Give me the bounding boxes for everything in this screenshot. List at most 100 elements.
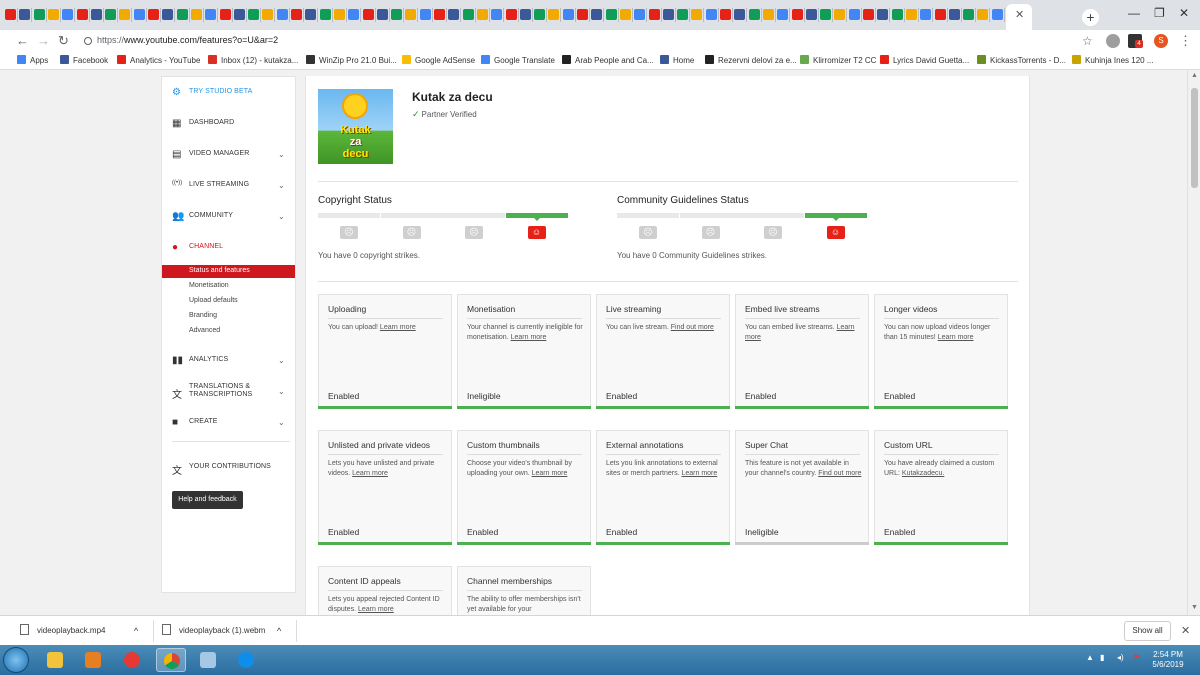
tab-favicon-icon[interactable] <box>534 9 546 20</box>
tab-favicon-icon[interactable] <box>262 9 274 20</box>
back-arrow-icon[interactable]: ← <box>16 33 29 49</box>
tab-favicon-icon[interactable] <box>877 9 889 20</box>
taskbar-teamviewer[interactable] <box>231 648 261 672</box>
tab-favicon-icon[interactable] <box>233 9 245 20</box>
scroll-thumb[interactable] <box>1191 88 1198 188</box>
bookmark-item[interactable]: Home <box>660 55 694 67</box>
page-scrollbar[interactable]: ▲ ▼ <box>1187 70 1200 615</box>
tab-favicon-icon[interactable] <box>5 9 16 20</box>
tab-favicon-icon[interactable] <box>848 9 860 20</box>
tab-favicon-icon[interactable] <box>376 9 388 20</box>
action-center-icon[interactable]: ⚑ <box>1133 653 1140 662</box>
tab-favicon-icon[interactable] <box>219 9 231 20</box>
bookmark-item[interactable]: Google AdSense <box>402 55 475 67</box>
tab-favicon-icon[interactable] <box>405 9 417 20</box>
tab-favicon-icon[interactable] <box>319 9 331 20</box>
tab-favicon-icon[interactable] <box>33 9 45 20</box>
tab-favicon-icon[interactable] <box>176 9 188 20</box>
bookmark-item[interactable]: WinZip Pro 21.0 Bui... <box>306 55 397 67</box>
tab-favicon-icon[interactable] <box>662 9 674 20</box>
tab-favicon-icon[interactable] <box>905 9 917 20</box>
bookmark-item[interactable]: Google Translate <box>481 55 555 67</box>
tab-favicon-icon[interactable] <box>391 9 403 20</box>
tab-favicon-icon[interactable] <box>105 9 117 20</box>
sidebar-item-live-streaming[interactable]: ((•)) LIVE STREAMING ⌄ <box>162 178 295 194</box>
tab-favicon-icon[interactable] <box>162 9 174 20</box>
chevron-down-icon[interactable]: ⌄ <box>278 418 285 427</box>
bookmark-item[interactable]: Rezervni delovi za e... <box>705 55 797 67</box>
tab-favicon-icon[interactable] <box>248 9 260 20</box>
sidebar-item-video-manager[interactable]: ▤ VIDEO MANAGER ⌄ <box>162 147 295 163</box>
start-button[interactable] <box>3 647 29 673</box>
profile-avatar[interactable]: S <box>1154 34 1168 48</box>
scroll-up-arrow-icon[interactable]: ▲ <box>1191 72 1198 79</box>
tab-favicon-icon[interactable] <box>748 9 760 20</box>
tab-favicon-icon[interactable] <box>291 9 302 20</box>
feature-learn-more-link[interactable]: Learn more <box>938 334 974 341</box>
tab-favicon-icon[interactable] <box>834 9 846 20</box>
feature-learn-more-link[interactable]: Learn more <box>380 324 416 331</box>
minimize-window-icon[interactable]: — <box>1128 6 1140 20</box>
network-icon[interactable]: ▮ <box>1100 653 1104 662</box>
channel-thumbnail[interactable]: Kutak za decu <box>318 89 393 164</box>
tab-favicon-icon[interactable] <box>434 9 445 20</box>
tab-favicon-icon[interactable] <box>348 9 360 20</box>
tab-favicon-icon[interactable] <box>863 9 874 20</box>
tab-favicon-icon[interactable] <box>920 9 932 20</box>
sidebar-item-create[interactable]: ■ CREATE ⌄ <box>162 415 295 431</box>
bookmark-item[interactable]: Arab People and Ca... <box>562 55 654 67</box>
show-all-downloads-button[interactable]: Show all <box>1124 621 1171 641</box>
tab-favicon-icon[interactable] <box>19 9 31 20</box>
tab-favicon-icon[interactable] <box>991 9 1003 20</box>
feature-learn-more-link[interactable]: Learn more <box>352 470 388 477</box>
sidebar-item-community[interactable]: 👥 COMMUNITY ⌄ <box>162 209 295 225</box>
download-item[interactable]: videoplayback (1).webm <box>162 622 265 640</box>
new-tab-button[interactable]: + <box>1082 9 1099 26</box>
tab-favicon-icon[interactable] <box>62 9 74 20</box>
extension-icon[interactable] <box>1106 34 1120 48</box>
sidebar-subitem-upload-defaults[interactable]: Upload defaults <box>162 295 295 308</box>
tab-favicon-icon[interactable] <box>47 9 59 20</box>
tab-favicon-icon[interactable] <box>276 9 288 20</box>
tab-favicon-icon[interactable] <box>977 9 989 20</box>
feature-learn-more-link[interactable]: Find out more <box>671 324 714 331</box>
tab-favicon-icon[interactable] <box>519 9 531 20</box>
tab-favicon-icon[interactable] <box>605 9 617 20</box>
tab-favicon-icon[interactable] <box>691 9 703 20</box>
bookmark-item[interactable]: Lyrics David Guetta... <box>880 55 969 67</box>
bookmark-item[interactable]: Apps <box>17 55 48 67</box>
feature-learn-more-link[interactable]: Kutakzadecu. <box>902 470 944 477</box>
tab-favicon-icon[interactable] <box>734 9 746 20</box>
help-and-feedback-button[interactable]: Help and feedback <box>172 491 243 509</box>
taskbar-clock[interactable]: 2:54 PM 5/6/2019 <box>1148 650 1188 670</box>
feature-learn-more-link[interactable]: Learn more <box>681 470 717 477</box>
bookmark-item[interactable]: KickassTorrents - D... <box>977 55 1066 67</box>
tab-favicon-icon[interactable] <box>677 9 689 20</box>
chevron-up-icon[interactable]: ^ <box>134 622 138 640</box>
tab-favicon-icon[interactable] <box>305 9 317 20</box>
tab-favicon-icon[interactable] <box>648 9 660 20</box>
sidebar-item-analytics[interactable]: ▮▮ ANALYTICS ⌄ <box>162 353 295 369</box>
chevron-up-icon[interactable]: ^ <box>277 622 281 640</box>
forward-arrow-icon[interactable]: → <box>37 33 50 49</box>
sidebar-subitem-monetisation[interactable]: Monetisation <box>162 280 295 293</box>
tab-favicon-icon[interactable] <box>577 9 588 20</box>
chevron-down-icon[interactable]: ⌄ <box>278 181 285 190</box>
bookmark-star-icon[interactable]: ☆ <box>1082 33 1093 49</box>
close-downloads-icon[interactable]: ✕ <box>1181 624 1190 637</box>
tab-favicon-icon[interactable] <box>119 9 131 20</box>
tab-favicon-icon[interactable] <box>791 9 803 20</box>
tab-favicon-icon[interactable] <box>805 9 817 20</box>
bookmark-item[interactable]: Facebook <box>60 55 108 67</box>
sidebar-item-channel[interactable]: ● CHANNEL <box>162 240 295 256</box>
channel-name[interactable]: Kutak za decu <box>412 90 493 104</box>
bookmark-item[interactable]: Kuhinja Ines 120 ... <box>1072 55 1154 67</box>
taskbar-explorer[interactable] <box>40 648 70 672</box>
tab-favicon-icon[interactable] <box>448 9 460 20</box>
site-info-icon[interactable] <box>84 37 92 45</box>
tab-favicon-icon[interactable] <box>948 9 960 20</box>
sidebar-subitem-advanced[interactable]: Advanced <box>162 325 295 338</box>
taskbar-recorder[interactable] <box>117 648 147 672</box>
chevron-down-icon[interactable]: ⌄ <box>278 212 285 221</box>
tab-favicon-icon[interactable] <box>505 9 517 20</box>
